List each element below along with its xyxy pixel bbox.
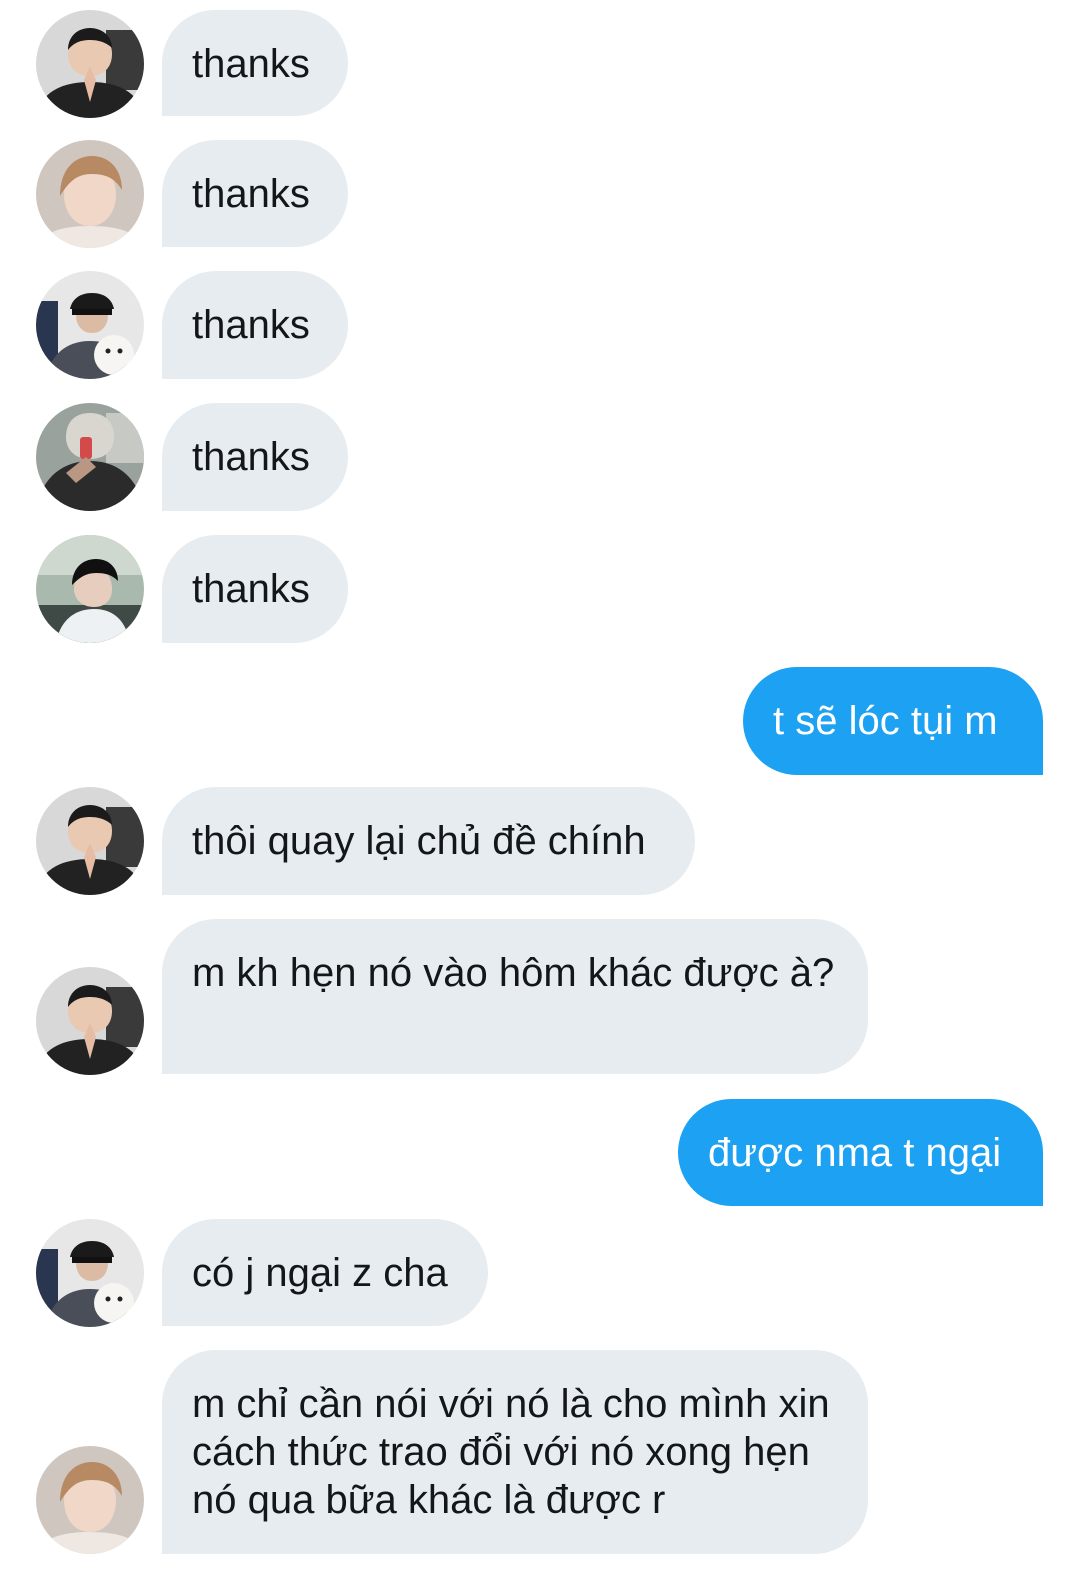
incoming-message[interactable]: thanks	[162, 535, 348, 643]
message-text: thanks	[192, 42, 310, 86]
incoming-message[interactable]: thanks	[162, 140, 348, 247]
outgoing-message[interactable]: được nma t ngại	[678, 1099, 1043, 1206]
message-text: m kh hẹn nó vào hôm khác được à?	[192, 951, 835, 995]
incoming-message[interactable]: thanks	[162, 10, 348, 116]
message-text: được nma t ngại	[708, 1131, 1002, 1175]
message-text: t sẽ lóc tụi m	[773, 699, 998, 743]
incoming-message[interactable]: có j ngại z cha	[162, 1219, 488, 1326]
message-text: m chỉ cần nói với nó là cho mình xin các…	[192, 1382, 841, 1522]
avatar-boy-light-hair[interactable]	[36, 1446, 144, 1554]
avatar-boy-praying-hands[interactable]	[36, 10, 144, 118]
incoming-message[interactable]: thanks	[162, 271, 348, 379]
avatar-boy-black-hair[interactable]	[36, 535, 144, 643]
message-text: thanks	[192, 567, 310, 611]
message-text: có j ngại z cha	[192, 1251, 448, 1295]
avatar-boy-cap-dog[interactable]	[36, 1219, 144, 1327]
conversation-thread: thanks thanks thanks thanks thanks t sẽ …	[0, 0, 1080, 1570]
incoming-message[interactable]: thôi quay lại chủ đề chính	[162, 787, 695, 895]
message-text: thôi quay lại chủ đề chính	[192, 819, 646, 863]
outgoing-message[interactable]: t sẽ lóc tụi m	[743, 667, 1043, 775]
message-text: thanks	[192, 303, 310, 347]
avatar-boy-light-hair[interactable]	[36, 140, 144, 248]
avatar-boy-cap-dog[interactable]	[36, 271, 144, 379]
avatar-boy-mirror-selfie[interactable]	[36, 403, 144, 511]
message-text: thanks	[192, 435, 310, 479]
incoming-message[interactable]: m kh hẹn nó vào hôm khác được à?	[162, 919, 868, 1074]
avatar-boy-praying-hands[interactable]	[36, 967, 144, 1075]
incoming-message[interactable]: thanks	[162, 403, 348, 511]
incoming-message[interactable]: m chỉ cần nói với nó là cho mình xin các…	[162, 1350, 868, 1554]
avatar-boy-praying-hands[interactable]	[36, 787, 144, 895]
message-text: thanks	[192, 172, 310, 216]
